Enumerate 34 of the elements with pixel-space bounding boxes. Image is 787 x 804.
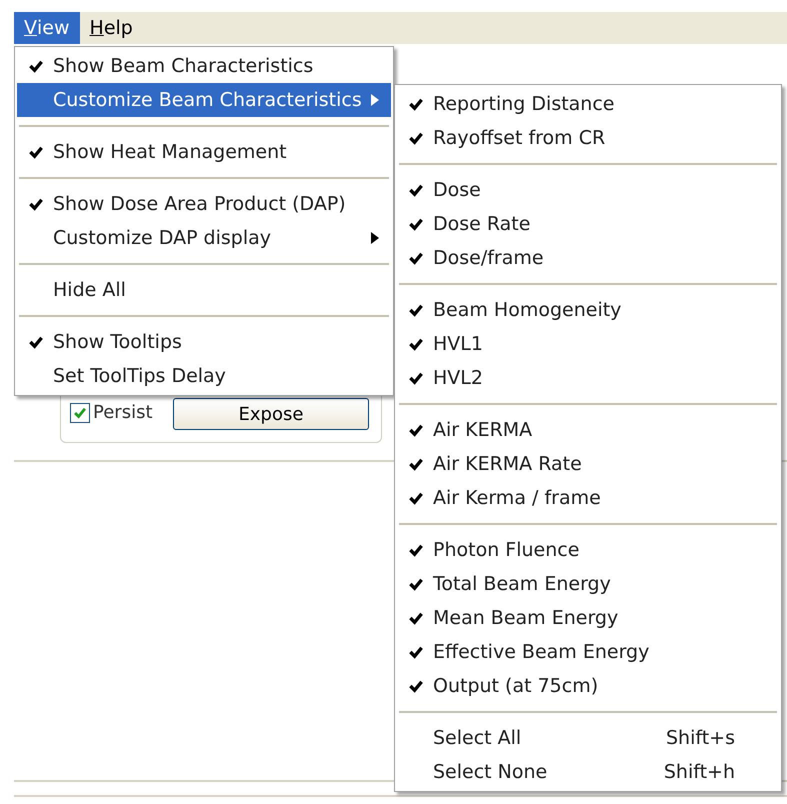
menu-item[interactable]: Customize DAP display [17,221,391,255]
menu-title[interactable]: Help [80,12,143,44]
checkbox-label: Persist [93,402,153,423]
menu-item[interactable]: Customize Beam Characteristics [17,83,391,117]
menu-item[interactable]: Beam Homogeneity [397,293,779,327]
menu-item[interactable]: Air Kerma / frame [397,481,779,515]
menu-item[interactable]: HVL1 [397,327,779,361]
menu-item[interactable]: HVL2 [397,361,779,395]
menu-item[interactable]: Output (at 75cm) [397,669,779,703]
menu-item[interactable]: Effective Beam Energy [397,635,779,669]
menu-item[interactable]: Air KERMA [397,413,779,447]
checkmark-icon [73,406,87,420]
menu-item[interactable]: Dose/frame [397,241,779,275]
menu-item[interactable]: Show Beam Characteristics [17,49,391,83]
menu-item[interactable]: Air KERMA Rate [397,447,779,481]
submenu-arrow-icon [371,94,379,106]
expose-button[interactable]: Expose [173,398,369,430]
menu-item[interactable]: Set ToolTips Delay [17,359,391,393]
menu-item[interactable]: Select None Shift+h [397,755,779,789]
persist-checkbox[interactable] [70,402,90,422]
menu-item[interactable]: Photon Fluence [397,533,779,567]
menu-item[interactable]: Select All Shift+s [397,721,779,755]
menu-item[interactable]: Hide All [17,273,391,307]
menu-item[interactable]: Show Heat Management [17,135,391,169]
menu-item[interactable]: Mean Beam Energy [397,601,779,635]
submenu-arrow-icon [371,232,379,244]
menu-item[interactable]: Show Dose Area Product (DAP) [17,187,391,221]
menu-title[interactable]: View [14,12,80,44]
menu-item[interactable]: Reporting Distance [397,87,779,121]
menu-item[interactable]: Dose Rate [397,207,779,241]
menu-item[interactable]: Show Tooltips [17,325,391,359]
menu-item[interactable]: Rayoffset from CR [397,121,779,155]
menu-item[interactable]: Dose [397,173,779,207]
menu-item[interactable]: Total Beam Energy [397,567,779,601]
